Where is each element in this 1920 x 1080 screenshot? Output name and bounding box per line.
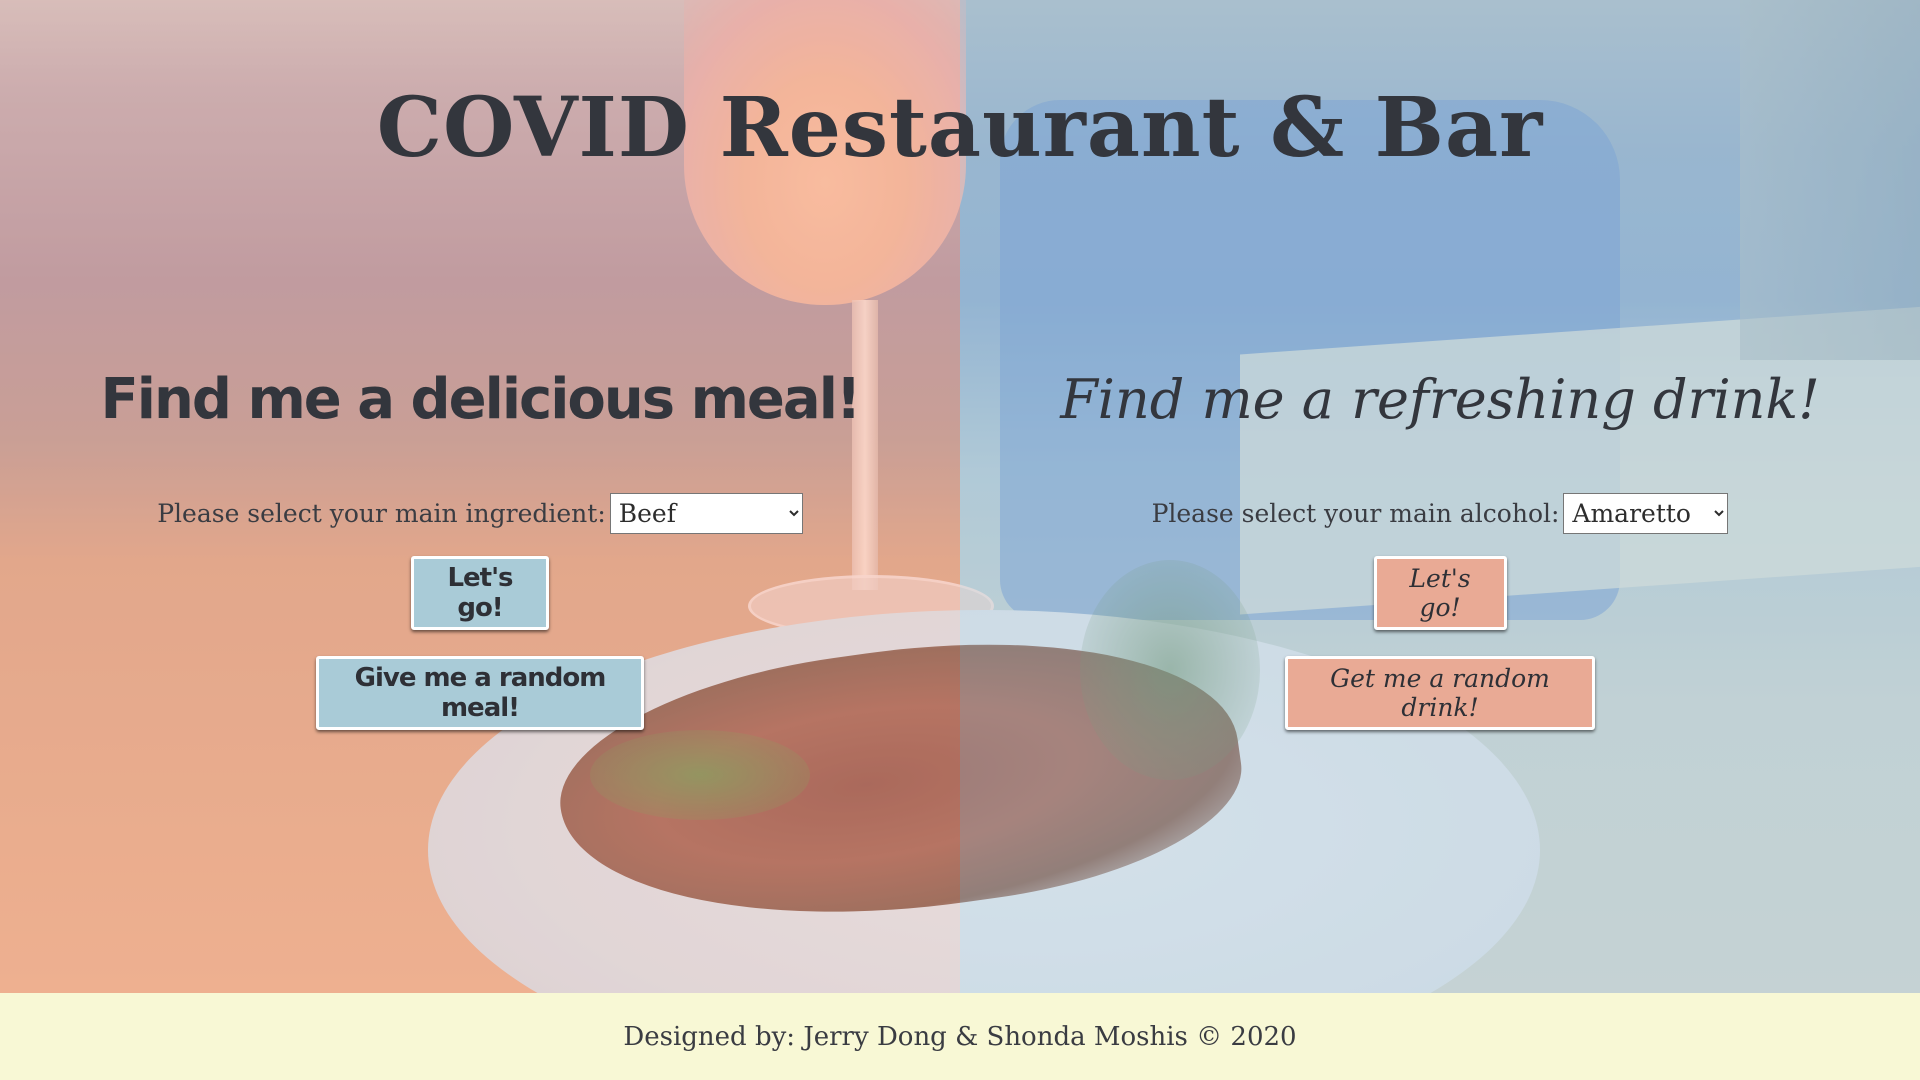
alcohol-select-row: Please select your main alcohol: Amarett… — [960, 492, 1920, 534]
drink-panel: Find me a refreshing drink! Please selec… — [960, 360, 1920, 730]
drink-heading: Find me a refreshing drink! — [1060, 368, 1820, 431]
alcohol-select[interactable]: Amaretto — [1563, 492, 1729, 534]
meal-panel: Find me a delicious meal! Please select … — [0, 360, 960, 730]
footer-credit: Designed by: Jerry Dong & Shonda Moshis … — [623, 1021, 1297, 1052]
footer: Designed by: Jerry Dong & Shonda Moshis … — [0, 993, 1920, 1080]
random-drink-button[interactable]: Get me a random drink! — [1285, 656, 1595, 730]
page: COVID Restaurant & Bar Find me a delicio… — [0, 0, 1920, 1080]
ingredient-select-label: Please select your main ingredient: — [157, 498, 606, 528]
random-meal-button[interactable]: Give me a random meal! — [316, 656, 644, 730]
ingredient-select-row: Please select your main ingredient: Beef — [0, 492, 960, 534]
meal-heading: Find me a delicious meal! — [100, 367, 862, 432]
drink-go-button[interactable]: Let's go! — [1373, 556, 1507, 630]
ingredient-select[interactable]: Beef — [609, 492, 803, 534]
meal-go-button[interactable]: Let's go! — [411, 556, 549, 630]
page-title: COVID Restaurant & Bar — [376, 80, 1544, 176]
alcohol-select-label: Please select your main alcohol: — [1151, 498, 1560, 528]
